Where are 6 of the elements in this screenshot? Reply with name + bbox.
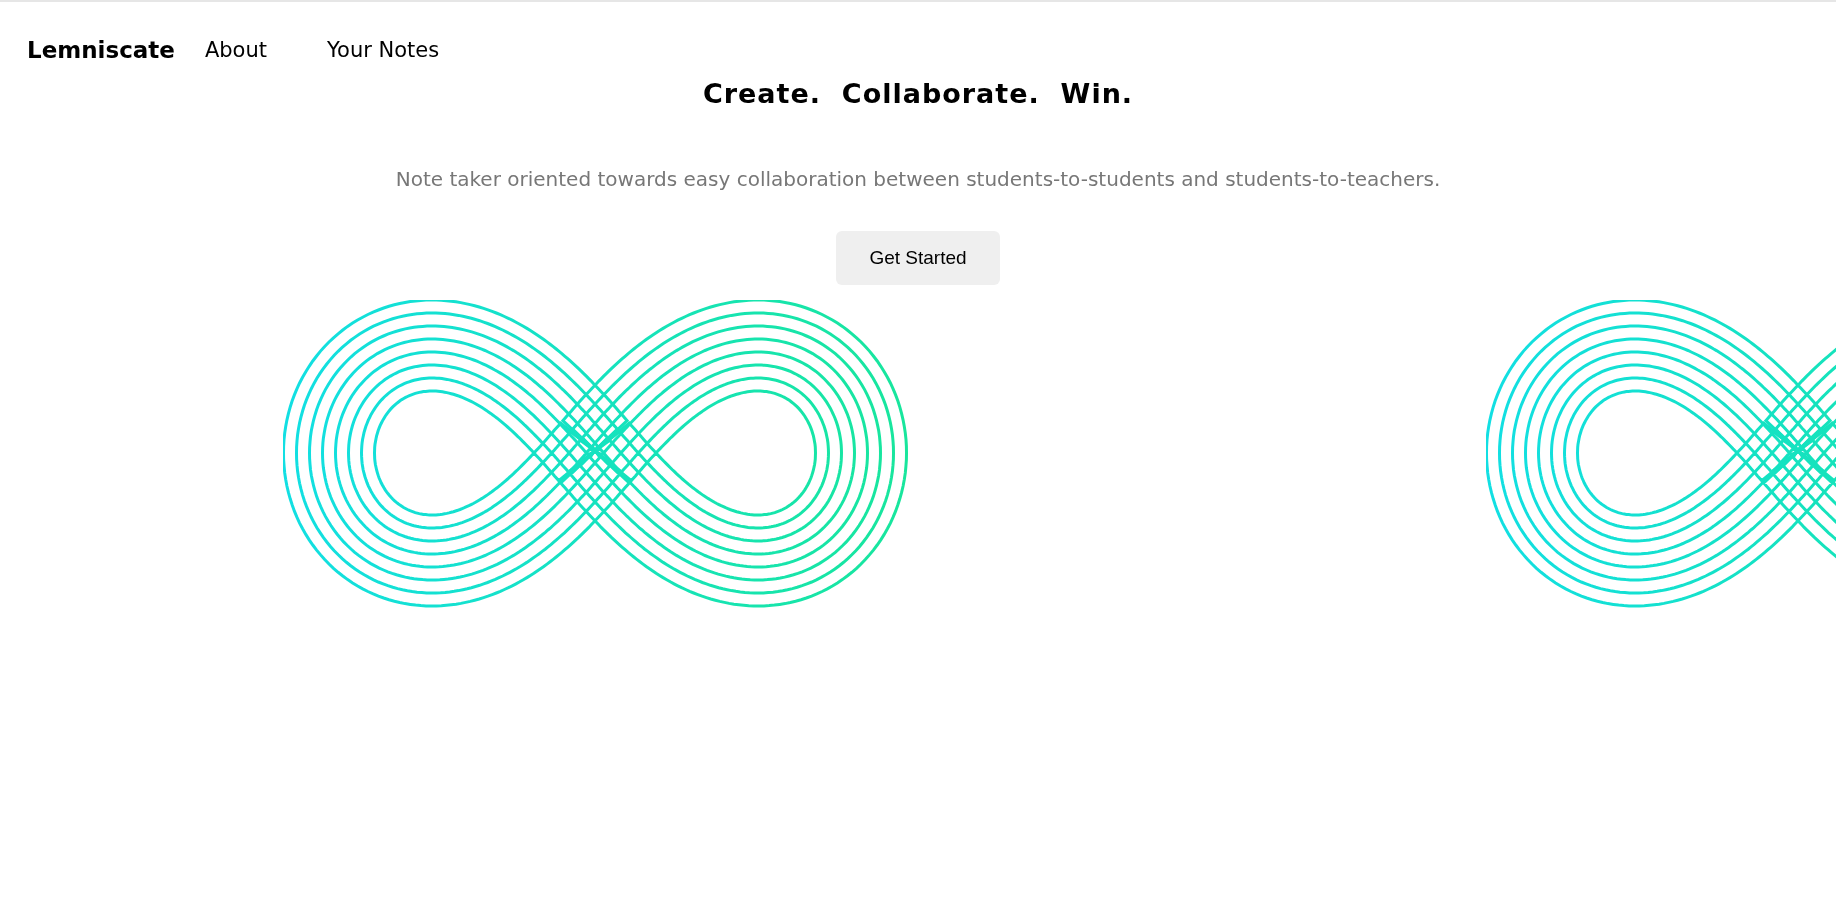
hero-subtitle: Note taker oriented towards easy collaboration between students-to-students and students-to-teachers. [395, 167, 1441, 191]
get-started-button[interactable]: Get Started [836, 231, 1000, 285]
hero-title: Create. Collaborate. Win. [702, 78, 1134, 109]
nav-link[interactable]: Your Notes [327, 38, 440, 62]
brand-link[interactable]: Lemniscate [27, 37, 175, 63]
nav-link[interactable]: About [204, 38, 267, 62]
